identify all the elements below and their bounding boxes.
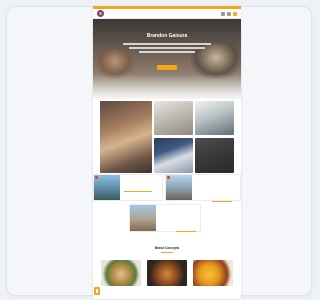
top-navigation [93,9,241,19]
logo-icon[interactable] [97,10,104,17]
location-badge [95,176,98,179]
hero-title: Brandon Gaisura [146,33,188,39]
brand-photo [101,260,141,286]
hero-banner: Brandon Gaisura [93,19,241,99]
section-title: Brand Concepts [154,246,180,250]
location-photo [166,175,192,200]
feature-tile[interactable] [195,101,234,135]
location-photo [94,175,120,200]
location-link-underline [212,201,232,202]
nav-link[interactable] [227,12,231,16]
hero-cta-button[interactable] [157,65,177,70]
hero-text-line [123,43,211,45]
nav-link[interactable] [221,12,225,16]
location-card[interactable] [129,204,201,232]
side-tab-icon[interactable] [94,287,100,295]
location-badge [167,176,170,179]
menu-icon[interactable] [233,12,237,16]
brand-photo [147,260,187,286]
location-card[interactable] [93,174,163,201]
hero-text-line [139,51,195,53]
section-underline [161,252,173,253]
feature-tile[interactable] [154,101,193,135]
brand-card[interactable] [193,260,233,299]
feature-tile[interactable] [195,138,234,173]
feature-tile-large[interactable] [100,101,152,173]
hero-text-line [129,47,205,49]
brand-card[interactable] [147,260,187,299]
location-link-underline [124,191,152,192]
hero-fade [93,74,241,99]
location-photo [130,205,156,231]
website-preview[interactable]: Brandon Gaisura Brand Concepts [93,6,241,299]
feature-tile[interactable] [154,138,193,173]
location-link-underline [176,231,196,232]
brand-card[interactable] [101,260,141,299]
location-card[interactable] [165,174,241,202]
brand-photo [193,260,233,286]
